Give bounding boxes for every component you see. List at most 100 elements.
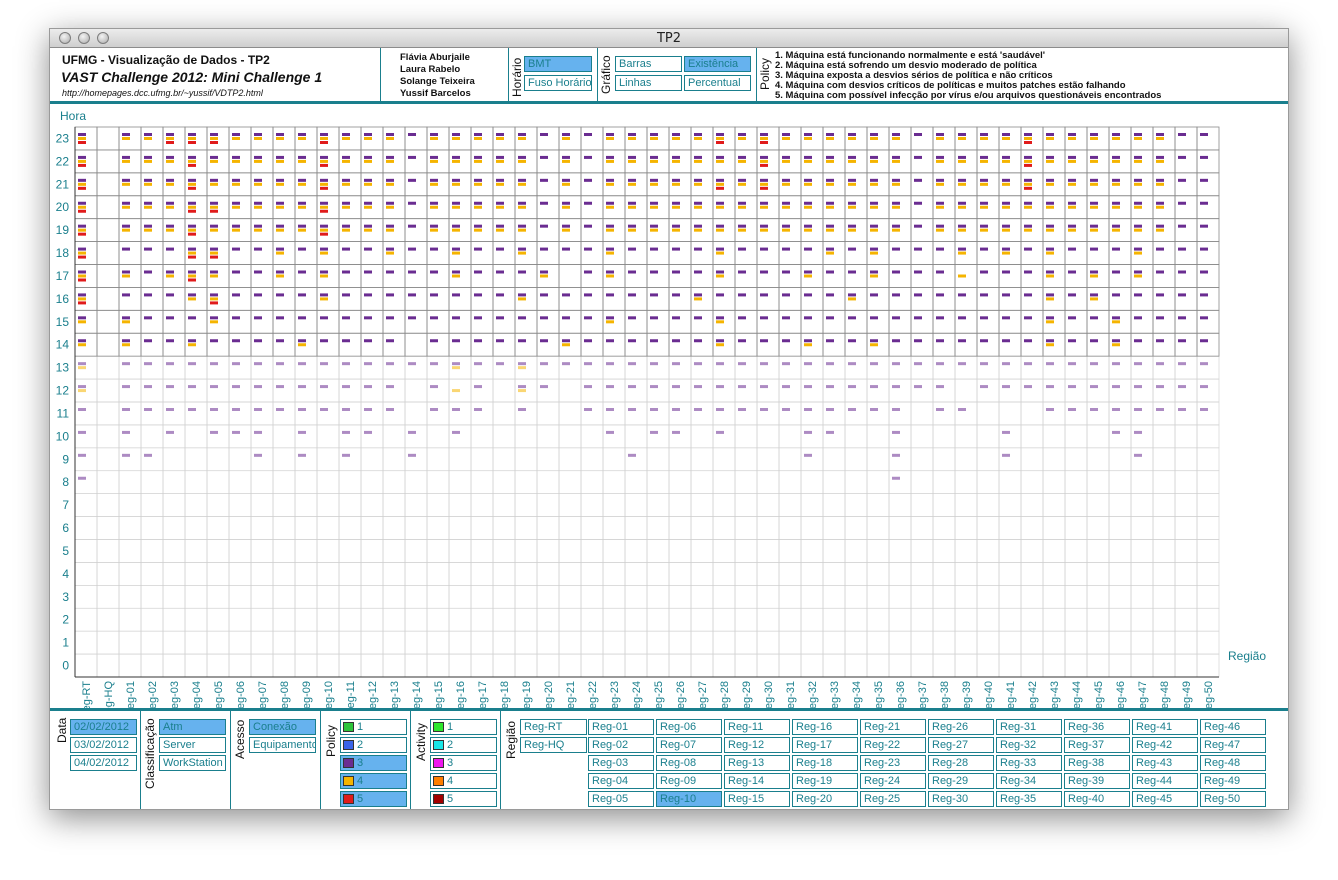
region-filter-button[interactable]: Reg-11 <box>724 719 790 735</box>
existence-mark <box>980 137 988 140</box>
grafico-linhas-button[interactable]: Linhas <box>615 75 682 91</box>
region-filter-button[interactable]: Reg-27 <box>928 737 994 753</box>
option-label: Reg-44 <box>1136 775 1173 787</box>
region-filter-button[interactable]: Reg-44 <box>1132 773 1198 789</box>
x-tick-label: Reg-RT <box>81 681 93 708</box>
region-filter-button[interactable]: Reg-48 <box>1200 755 1266 771</box>
region-filter-button[interactable]: Reg-32 <box>996 737 1062 753</box>
region-filter-button[interactable]: Reg-12 <box>724 737 790 753</box>
x-tick-label: Reg-11 <box>345 681 357 708</box>
grafico-existencia-button[interactable]: Existência <box>684 56 751 72</box>
region-filter-button[interactable]: Reg-08 <box>656 755 722 771</box>
existence-mark <box>760 163 768 167</box>
policy-filter-button[interactable]: 2 <box>340 737 407 753</box>
acesso-option-button[interactable]: Conexão <box>249 719 316 735</box>
region-filter-button[interactable]: Reg-13 <box>724 755 790 771</box>
region-filter-button[interactable]: Reg-30 <box>928 791 994 807</box>
policy-filter-button[interactable]: 4 <box>340 773 407 789</box>
region-filter-button[interactable]: Reg-36 <box>1064 719 1130 735</box>
date-option-button[interactable]: 02/02/2012 <box>70 719 137 735</box>
region-filter-button[interactable]: Reg-06 <box>656 719 722 735</box>
existence-mark <box>1134 385 1142 389</box>
region-filter-button[interactable]: Reg-07 <box>656 737 722 753</box>
region-filter-button[interactable]: Reg-15 <box>724 791 790 807</box>
activity-filter-button[interactable]: 1 <box>430 719 497 735</box>
existence-chart[interactable]: Hora 0 1 2 3 4 5 6 7 8 9 10 11 12 13 14 15 16 17 18 19 20 21 22… <box>50 104 1288 708</box>
option-label: Reg-04 <box>592 775 629 787</box>
region-filter-button[interactable]: Reg-25 <box>860 791 926 807</box>
region-filter-button[interactable]: Reg-03 <box>588 755 654 771</box>
region-filter-button[interactable]: Reg-37 <box>1064 737 1130 753</box>
region-filter-button[interactable]: Reg-16 <box>792 719 858 735</box>
region-filter-button[interactable]: Reg-31 <box>996 719 1062 735</box>
region-filter-button[interactable]: Reg-02 <box>588 737 654 753</box>
option-label: Reg-28 <box>932 757 969 769</box>
region-filter-button[interactable]: Reg-26 <box>928 719 994 735</box>
existence-mark <box>650 205 658 209</box>
date-option-button[interactable]: 04/02/2012 <box>70 755 137 771</box>
region-filter-button[interactable]: Reg-10 <box>656 791 722 807</box>
region-filter-button[interactable]: Reg-04 <box>588 773 654 789</box>
horario-bmt-button[interactable]: BMT <box>524 56 592 72</box>
existence-mark <box>914 201 922 205</box>
region-filter-button[interactable]: Reg-34 <box>996 773 1062 789</box>
region-filter-button[interactable]: Reg-39 <box>1064 773 1130 789</box>
option-label: Reg-29 <box>932 775 969 787</box>
region-filter-button[interactable]: Reg-49 <box>1200 773 1266 789</box>
region-filter-button[interactable]: Reg-50 <box>1200 791 1266 807</box>
region-filter-button[interactable]: Reg-29 <box>928 773 994 789</box>
grid-cell <box>778 653 802 678</box>
region-filter-button[interactable]: Reg-41 <box>1132 719 1198 735</box>
region-filter-button[interactable]: Reg-09 <box>656 773 722 789</box>
x-tick-label: Reg-22 <box>587 681 599 708</box>
region-filter-button[interactable]: Reg-33 <box>996 755 1062 771</box>
region-filter-button[interactable]: Reg-28 <box>928 755 994 771</box>
region-filter-button[interactable]: Reg-14 <box>724 773 790 789</box>
region-filter-button[interactable]: Reg-46 <box>1200 719 1266 735</box>
grid-cell <box>1174 653 1198 678</box>
region-filter-button[interactable]: Reg-17 <box>792 737 858 753</box>
region-filter-button[interactable]: Reg-40 <box>1064 791 1130 807</box>
region-filter-button[interactable]: Reg-24 <box>860 773 926 789</box>
region-filter-button[interactable]: Reg-RT <box>520 719 587 735</box>
grafico-barras-button[interactable]: Barras <box>615 56 682 72</box>
grid-cell <box>1196 287 1220 311</box>
policy-filter-button[interactable]: 1 <box>340 719 407 735</box>
existence-mark <box>452 247 460 251</box>
region-filter-button[interactable]: Reg-05 <box>588 791 654 807</box>
region-filter-button[interactable]: Reg-22 <box>860 737 926 753</box>
existence-mark <box>1068 178 1076 182</box>
existence-mark <box>298 228 306 232</box>
region-filter-button[interactable]: Reg-18 <box>792 755 858 771</box>
region-filter-button[interactable]: Reg-45 <box>1132 791 1198 807</box>
activity-filter-button[interactable]: 3 <box>430 755 497 771</box>
x-tick-label: Reg-15 <box>433 681 445 708</box>
policy-filter-button[interactable]: 3 <box>340 755 407 771</box>
activity-filter-button[interactable]: 2 <box>430 737 497 753</box>
region-filter-button[interactable]: Reg-38 <box>1064 755 1130 771</box>
acesso-option-button[interactable]: Equipamento <box>249 737 316 753</box>
grid-cell <box>96 630 120 655</box>
existence-mark <box>254 270 262 274</box>
classificacao-option-button[interactable]: WorkStation <box>159 755 226 771</box>
region-filter-button[interactable]: Reg-19 <box>792 773 858 789</box>
grid-cell <box>580 630 604 655</box>
region-filter-button[interactable]: Reg-35 <box>996 791 1062 807</box>
policy-filter-button[interactable]: 5 <box>340 791 407 807</box>
region-filter-button[interactable]: Reg-23 <box>860 755 926 771</box>
horario-fuso-button[interactable]: Fuso Horário <box>524 75 592 91</box>
region-filter-button[interactable]: Reg-42 <box>1132 737 1198 753</box>
region-filter-button[interactable]: Reg-HQ <box>520 737 587 753</box>
region-filter-button[interactable]: Reg-01 <box>588 719 654 735</box>
region-filter-button[interactable]: Reg-21 <box>860 719 926 735</box>
date-option-button[interactable]: 03/02/2012 <box>70 737 137 753</box>
region-filter-button[interactable]: Reg-43 <box>1132 755 1198 771</box>
activity-filter-button[interactable]: 5 <box>430 791 497 807</box>
grid-cell <box>338 516 362 540</box>
region-filter-button[interactable]: Reg-47 <box>1200 737 1266 753</box>
classificacao-option-button[interactable]: Atm <box>159 719 226 735</box>
activity-filter-button[interactable]: 4 <box>430 773 497 789</box>
grafico-percentual-button[interactable]: Percentual <box>684 75 751 91</box>
region-filter-button[interactable]: Reg-20 <box>792 791 858 807</box>
classificacao-option-button[interactable]: Server <box>159 737 226 753</box>
